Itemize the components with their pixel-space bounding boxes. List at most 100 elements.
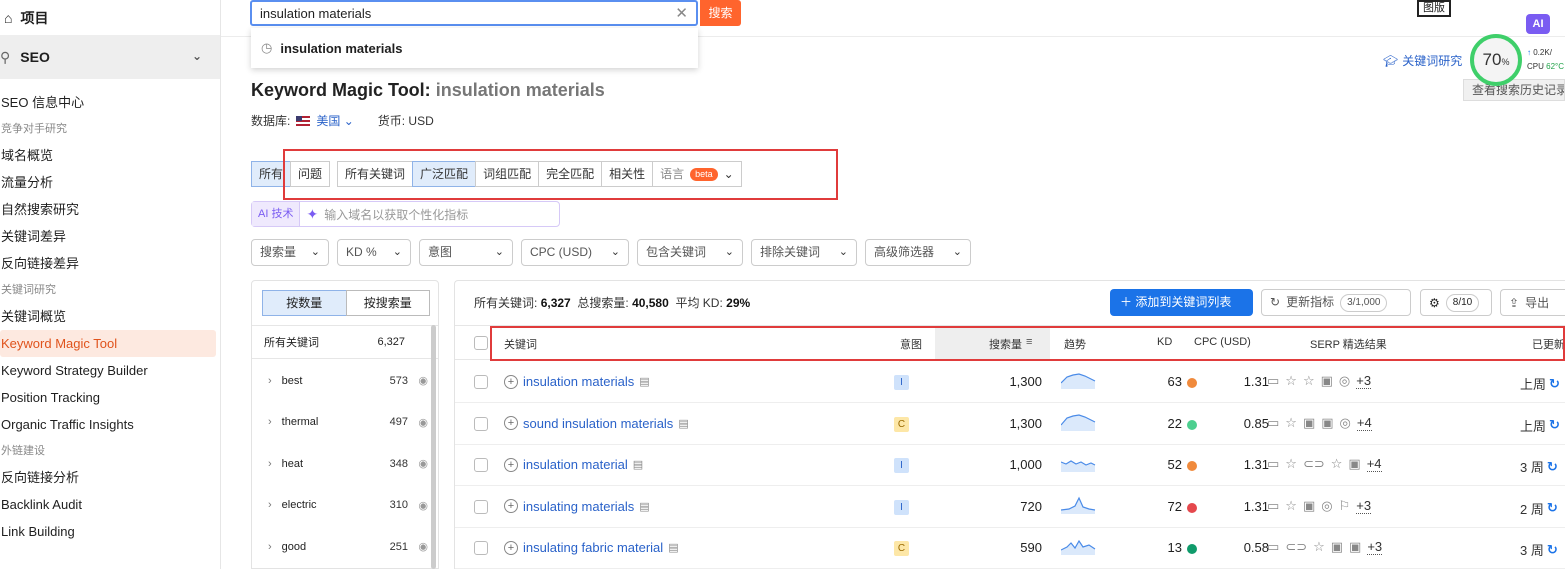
serp-feature-icon: ☆: [1313, 539, 1325, 554]
plus-icon[interactable]: +: [504, 499, 518, 513]
serp-more-link[interactable]: +3: [1356, 373, 1372, 389]
keyword-group-row[interactable]: › heat 348 ◉: [252, 443, 438, 484]
filter-dropdown[interactable]: 意图 ⌄: [419, 239, 513, 266]
table-row[interactable]: + insulation material ▤ I 1,000 52 1.31 ▭ ☆ ⊂⊃ ☆ ▣ +…: [455, 445, 1565, 486]
chevron-right-icon[interactable]: ›: [268, 458, 272, 470]
chevron-right-icon[interactable]: ›: [268, 541, 272, 553]
serp-more-link[interactable]: +4: [1356, 415, 1372, 431]
filter-dropdown[interactable]: KD % ⌄: [337, 239, 411, 266]
ai-placeholder: 输入域名以获取个性化指标: [324, 207, 469, 222]
eye-icon[interactable]: ◉: [418, 457, 428, 470]
filter-dropdown[interactable]: 包含关键词 ⌄: [637, 239, 743, 266]
search-suggestion[interactable]: ◷ insulation materials: [251, 28, 698, 68]
serp-doc-icon[interactable]: ▤: [639, 500, 649, 513]
sidebar-item[interactable]: 关键词概览: [0, 303, 220, 330]
toggle-by-volume[interactable]: 按搜索量: [345, 290, 430, 316]
toggle-by-count[interactable]: 按数量: [262, 290, 347, 316]
plus-icon[interactable]: +: [504, 416, 518, 430]
add-to-list-button[interactable]: ＋ 添加到关键词列表: [1110, 289, 1253, 316]
group-name: heat: [281, 457, 304, 470]
sidebar-item[interactable]: Position Tracking: [0, 384, 220, 411]
keyword-link[interactable]: + insulating materials ▤: [504, 499, 650, 514]
keyword-group-row[interactable]: › good 251 ◉: [252, 526, 438, 567]
update-metrics-button[interactable]: ↻ 更新指标 3/1,000: [1261, 289, 1411, 316]
row-checkbox[interactable]: [474, 458, 488, 472]
plus-icon[interactable]: +: [504, 374, 518, 389]
sidebar-item[interactable]: Keyword Strategy Builder: [0, 357, 220, 384]
refresh-icon[interactable]: ↻: [1547, 500, 1558, 516]
keyword-group-row[interactable]: › electric 310 ◉: [252, 485, 438, 526]
chevron-right-icon[interactable]: ›: [268, 416, 272, 428]
groups-header[interactable]: 所有关键词 6,327: [252, 325, 438, 359]
kd-difficulty-dot: [1187, 544, 1197, 554]
filter-dropdown[interactable]: CPC (USD) ⌄: [521, 239, 629, 266]
sidebar-item[interactable]: Backlink Audit: [0, 491, 220, 518]
clear-icon[interactable]: ✕: [675, 4, 688, 22]
sidebar-item[interactable]: 反向链接分析: [0, 464, 220, 491]
plus-icon[interactable]: +: [504, 540, 518, 555]
export-button[interactable]: ⇪ 导出: [1500, 289, 1565, 316]
sidebar-item[interactable]: 域名概览: [0, 142, 220, 169]
sidebar-item[interactable]: Keyword Magic Tool: [0, 330, 216, 357]
refresh-icon[interactable]: ↻: [1547, 542, 1558, 558]
table-row[interactable]: + sound insulation materials ▤ C 1,300 22 0.85…: [455, 404, 1565, 445]
ai-button[interactable]: AI: [1526, 14, 1550, 34]
keyword-group-row[interactable]: › thermal 497 ◉: [252, 402, 438, 443]
serp-more-link[interactable]: +3: [1356, 498, 1372, 514]
eye-icon[interactable]: ◉: [418, 540, 428, 553]
sidebar-item[interactable]: Link Building: [0, 518, 220, 545]
plus-icon[interactable]: +: [504, 457, 518, 472]
table-row[interactable]: + insulation materials ▤ I 1,300 63 1.31 ▭ ☆ ☆ ▣ ◎ +…: [455, 362, 1565, 403]
sidebar-item[interactable]: SEO 信息中心: [0, 89, 220, 116]
filter-dropdown[interactable]: 搜索量 ⌄: [251, 239, 329, 266]
group-count: 348: [389, 457, 408, 470]
sidebar-item[interactable]: 流量分析: [0, 169, 220, 196]
eye-icon[interactable]: ◉: [418, 416, 428, 429]
sidebar-project[interactable]: ⌂ 项目: [0, 0, 220, 35]
kd-difficulty-dot: [1187, 461, 1197, 471]
keyword-link[interactable]: + sound insulation materials ▤: [504, 416, 689, 431]
row-checkbox[interactable]: [474, 375, 488, 389]
sidebar-seo-section[interactable]: ⚲ SEO ⌄: [0, 35, 220, 79]
eye-icon[interactable]: ◉: [418, 374, 428, 387]
row-checkbox[interactable]: [474, 416, 488, 431]
serp-doc-icon[interactable]: ▤: [639, 375, 649, 388]
sidebar-item[interactable]: Organic Traffic Insights: [0, 411, 220, 438]
chevron-right-icon[interactable]: ›: [268, 499, 272, 511]
db-selector[interactable]: 美国 ⌄: [316, 112, 353, 129]
keyword-research-link[interactable]: 🎓︎ 关键词研究: [1383, 52, 1462, 69]
sidebar-item[interactable]: 反向链接差异: [0, 250, 220, 277]
sidebar-seo-label: SEO: [20, 49, 50, 65]
table-row[interactable]: + insulating materials ▤ I 720 72 1.31 ▭ ☆ ▣ ◎ ⚐ +3 2…: [455, 487, 1565, 528]
serp-doc-icon[interactable]: ▤: [668, 541, 678, 554]
filter-dropdown[interactable]: 排除关键词 ⌄: [751, 239, 857, 266]
refresh-icon[interactable]: ↻: [1549, 417, 1560, 433]
row-checkbox[interactable]: [474, 499, 488, 514]
search-input[interactable]: insulation materials ✕: [250, 0, 698, 26]
serp-doc-icon[interactable]: ▤: [633, 458, 643, 471]
refresh-icon[interactable]: ↻: [1547, 459, 1558, 475]
serp-more-link[interactable]: +4: [1366, 456, 1382, 472]
eye-icon[interactable]: ◉: [418, 499, 428, 512]
refresh-icon[interactable]: ↻: [1549, 376, 1560, 392]
keyword-link[interactable]: + insulating fabric material ▤: [504, 540, 679, 555]
sidebar-item[interactable]: 自然搜索研究: [0, 196, 220, 223]
history-icon: ◷: [261, 40, 273, 55]
serp-doc-icon[interactable]: ▤: [678, 417, 688, 430]
keyword-link[interactable]: + insulation material ▤: [504, 457, 643, 472]
table-row[interactable]: + insulating fabric material ▤ C 590 13 0.58 ▭ ⊂…: [455, 528, 1565, 569]
chevron-right-icon[interactable]: ›: [268, 375, 272, 387]
sidebar: ⌂ 项目 ⚲ SEO ⌄ SEO 信息中心 竞争对手研究 域名概览 流量分析 自然搜索研…: [0, 0, 221, 569]
keyword-group-row[interactable]: › best 573 ◉: [252, 360, 438, 401]
keyword-link[interactable]: + insulation materials ▤: [504, 374, 650, 389]
serp-more-link[interactable]: +3: [1367, 539, 1383, 555]
filter-dropdown[interactable]: 高级筛选器 ⌄: [865, 239, 971, 266]
row-checkbox[interactable]: [474, 541, 488, 555]
select-all-checkbox[interactable]: [474, 336, 488, 350]
settings-button[interactable]: ⚙ 8/10: [1420, 289, 1492, 316]
ai-domain-input[interactable]: AI 技术 ✦ 输入域名以获取个性化指标: [251, 201, 560, 227]
sidebar-item[interactable]: 关键词差异: [0, 223, 220, 250]
search-history-button[interactable]: 查看搜索历史记录: [1463, 79, 1565, 101]
groups-scrollbar[interactable]: [431, 325, 436, 569]
search-button[interactable]: 搜索: [700, 0, 741, 26]
